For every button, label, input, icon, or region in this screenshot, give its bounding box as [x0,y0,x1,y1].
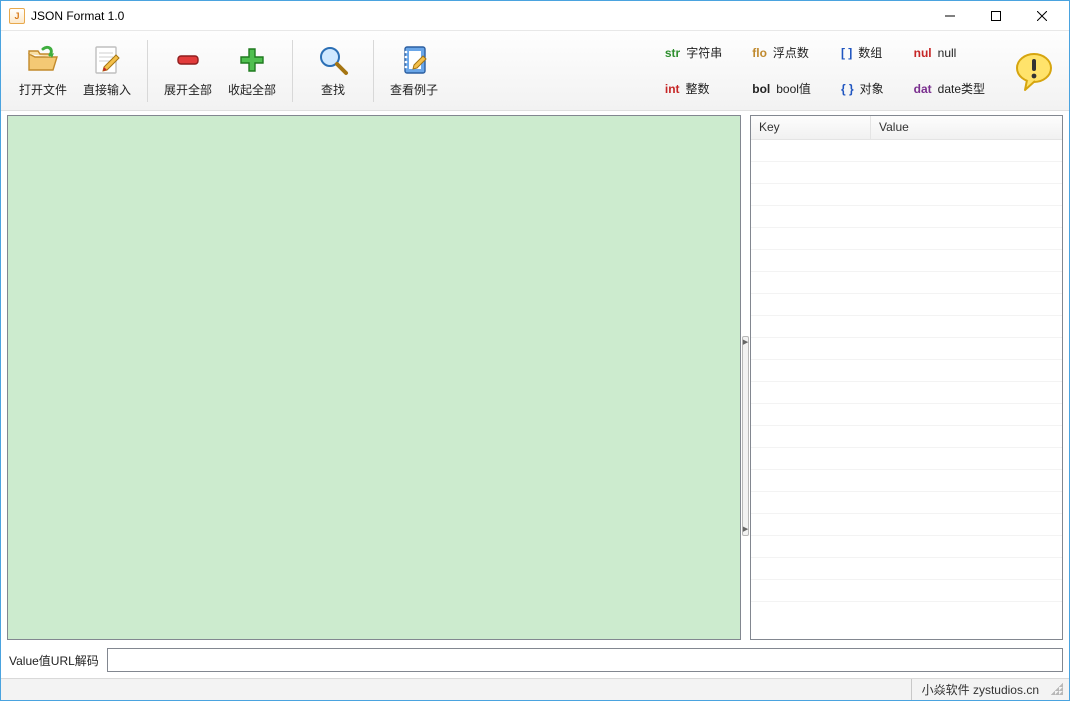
legend-tag: flo [752,46,767,60]
direct-input-label: 直接输入 [83,81,131,98]
expand-all-button[interactable]: 展开全部 [156,36,220,106]
legend-item: nulnull [914,41,985,65]
collapse-all-button[interactable]: 收起全部 [220,36,284,106]
type-legend: str 字符串 flo 浮点数 [ ] 数组 nulnull int 整数 bol bool值 { }… [665,41,1063,101]
legend-text: 整数 [686,80,710,97]
url-decode-input[interactable] [107,648,1063,672]
table-row[interactable] [751,382,1062,404]
minimize-button[interactable] [927,1,973,31]
window-title: JSON Format 1.0 [31,9,124,23]
legend-item: [ ] 数组 [841,41,884,65]
open-file-button[interactable]: 打开文件 [11,36,75,106]
legend-item: int 整数 [665,77,722,101]
chevron-right-icon: ▶ [743,339,748,346]
table-row[interactable] [751,404,1062,426]
direct-input-button[interactable]: 直接输入 [75,36,139,106]
table-row[interactable] [751,426,1062,448]
table-row[interactable] [751,140,1062,162]
table-row[interactable] [751,448,1062,470]
table-row[interactable] [751,360,1062,382]
url-decode-label: Value值URL解码 [7,652,101,669]
table-row[interactable] [751,514,1062,536]
edit-paper-icon [90,43,124,77]
table-row[interactable] [751,558,1062,580]
json-tree-panel[interactable] [7,115,741,640]
close-button[interactable] [1019,1,1065,31]
about-button[interactable] [1013,50,1055,92]
table-row[interactable] [751,492,1062,514]
open-file-label: 打开文件 [19,81,67,98]
statusbar: 小焱软件 zystudios.cn [1,678,1069,700]
status-text: 小焱软件 zystudios.cn [911,679,1049,700]
legend-text: 浮点数 [773,44,809,61]
kv-header-key[interactable]: Key [751,116,871,139]
chevron-right-icon: ▶ [743,526,748,533]
key-value-panel: Key Value [750,115,1063,640]
collapse-all-label: 收起全部 [228,81,276,98]
maximize-button[interactable] [973,1,1019,31]
plus-icon [235,43,269,77]
table-row[interactable] [751,470,1062,492]
kv-header: Key Value [751,116,1062,140]
legend-text: null [938,46,957,60]
legend-tag: int [665,82,680,96]
table-row[interactable] [751,580,1062,602]
search-icon [316,43,350,77]
toolbar-separator [292,40,293,102]
kv-body[interactable] [751,140,1062,639]
toolbar: 打开文件 直接输入 展开全部 收起全部 查找 [1,31,1069,111]
legend-item: str 字符串 [665,41,722,65]
find-label: 查找 [321,81,345,98]
legend-item: dat date类型 [914,77,985,101]
table-row[interactable] [751,338,1062,360]
table-row[interactable] [751,272,1062,294]
legend-item: flo 浮点数 [752,41,811,65]
toolbar-separator [373,40,374,102]
table-row[interactable] [751,228,1062,250]
legend-text: 字符串 [686,44,722,61]
app-icon: J [9,8,25,24]
folder-open-icon [26,43,60,77]
table-row[interactable] [751,184,1062,206]
splitter[interactable]: ▶ ▶ [741,115,750,640]
legend-tag: { } [841,82,854,96]
toolbar-separator [147,40,148,102]
table-row[interactable] [751,250,1062,272]
legend-item: bol bool值 [752,77,811,101]
notebook-icon [397,43,431,77]
legend-tag: str [665,46,680,60]
table-row[interactable] [751,536,1062,558]
examples-label: 查看例子 [390,81,438,98]
legend-item: { } 对象 [841,77,884,101]
table-row[interactable] [751,294,1062,316]
legend-text: 对象 [860,80,884,97]
titlebar: J JSON Format 1.0 [1,1,1069,31]
resize-grip-icon[interactable] [1051,683,1065,697]
legend-text: 数组 [858,44,882,61]
url-decode-row: Value值URL解码 [1,644,1069,678]
table-row[interactable] [751,206,1062,228]
splitter-grip[interactable]: ▶ ▶ [742,336,749,536]
expand-all-label: 展开全部 [164,81,212,98]
legend-text: bool值 [776,80,811,97]
table-row[interactable] [751,316,1062,338]
kv-header-value[interactable]: Value [871,116,1062,139]
main-area: ▶ ▶ Key Value [1,111,1069,644]
legend-tag: bol [752,82,770,96]
find-button[interactable]: 查找 [301,36,365,106]
legend-tag: dat [914,82,932,96]
table-row[interactable] [751,162,1062,184]
legend-tag: [ ] [841,46,852,60]
legend-tag: nul [914,46,932,60]
examples-button[interactable]: 查看例子 [382,36,446,106]
exclamation-bubble-icon [1013,50,1055,92]
minus-icon [171,43,205,77]
legend-text: date类型 [938,80,985,97]
